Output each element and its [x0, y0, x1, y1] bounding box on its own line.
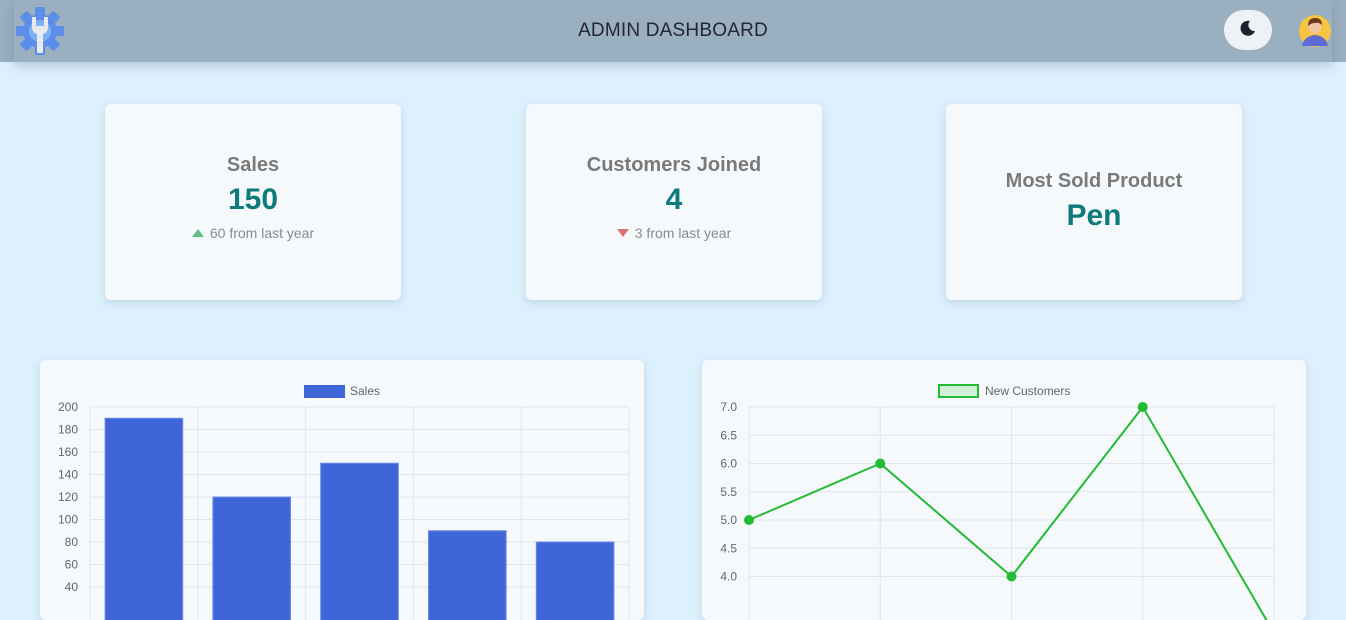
legend-swatch	[304, 385, 345, 398]
bar	[212, 496, 292, 620]
y-tick-label: 5.5	[720, 485, 737, 499]
y-tick-label: 100	[58, 513, 78, 527]
trend-down-icon	[616, 229, 629, 237]
sales-card-value: 150	[227, 183, 279, 216]
theme-toggle-button[interactable]	[1224, 10, 1272, 50]
customers-card-value: 4	[665, 183, 683, 216]
sales-card: Sales 150 60 from last year	[105, 104, 401, 300]
customers-delta-text: 3 from last year	[634, 225, 732, 241]
sales-delta-text: 60 from last year	[209, 225, 315, 241]
data-point	[875, 458, 886, 469]
data-point	[744, 515, 754, 525]
trend-up-icon	[191, 229, 204, 237]
sales-card-title: Sales	[226, 154, 280, 176]
sales-chart-card: Sales 200 180 160 140 120 100 80 60 40	[40, 360, 644, 620]
legend-label: Sales	[350, 384, 380, 398]
moon-icon	[1239, 19, 1257, 42]
data-point	[1137, 402, 1148, 412]
y-tick-label: 180	[58, 423, 78, 437]
y-tick-label: 60	[65, 558, 79, 572]
sales-card-delta: 60 from last year	[105, 225, 401, 241]
bar	[320, 462, 399, 620]
y-tick-label: 140	[58, 468, 78, 482]
bar	[427, 530, 507, 620]
y-tick-label: 120	[58, 490, 78, 504]
customers-card-delta: 3 from last year	[526, 225, 822, 241]
y-tick-label: 4.0	[720, 570, 737, 584]
y-tick-label: 80	[65, 535, 79, 549]
y-tick-label: 7.0	[720, 400, 737, 414]
product-card: Most Sold Product Pen	[946, 104, 1242, 300]
bar	[104, 417, 184, 620]
product-card-title: Most Sold Product	[1005, 170, 1183, 192]
customers-card-title: Customers Joined	[586, 154, 762, 176]
user-avatar-icon[interactable]	[1298, 14, 1332, 48]
y-tick-label: 4.5	[720, 541, 737, 555]
y-tick-label: 6.5	[720, 428, 737, 442]
y-tick-label: 6.0	[720, 457, 737, 471]
y-tick-label: 5.0	[720, 513, 737, 527]
page-title: ADMIN DASHBOARD	[578, 20, 768, 41]
bar	[535, 541, 615, 620]
sales-bar-chart: Sales 200 180 160 140 120 100 80 60 40	[58, 384, 630, 620]
y-tick-label: 40	[65, 580, 79, 594]
product-card-value: Pen	[1066, 199, 1122, 232]
customers-card: Customers Joined 4 3 from last year	[526, 104, 822, 300]
legend-label: New Customers	[985, 384, 1070, 398]
customers-line-chart: New Customers 7.0 6.5 6.0 5.5 5.0 4.5 4.0	[720, 384, 1275, 620]
legend-swatch	[938, 384, 979, 398]
y-tick-label: 160	[58, 445, 78, 459]
customers-chart-card: New Customers 7.0 6.5 6.0 5.5 5.0 4.5 4.0	[702, 360, 1306, 620]
y-tick-label: 200	[58, 400, 78, 414]
data-point	[1006, 571, 1017, 582]
